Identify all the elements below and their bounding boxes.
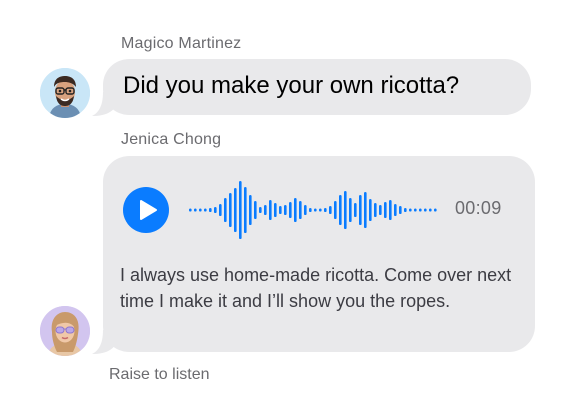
- waveform-bar: [204, 208, 207, 212]
- waveform-bar: [209, 208, 212, 212]
- audio-message-bubble[interactable]: 00:09 I always use home-made ricotta. Co…: [103, 156, 535, 352]
- memoji-man-icon: [40, 68, 90, 118]
- waveform-bar: [269, 200, 272, 220]
- play-button[interactable]: [123, 187, 169, 233]
- waveform-bar: [259, 207, 262, 213]
- waveform-bar: [244, 187, 247, 233]
- waveform-bar: [309, 208, 312, 212]
- waveform-bar: [239, 181, 242, 239]
- waveform-bar: [224, 198, 227, 222]
- waveform-bar: [354, 203, 357, 217]
- waveform-bar: [194, 208, 197, 212]
- waveform-bar: [399, 206, 402, 214]
- waveform-bar: [234, 188, 237, 232]
- waveform-bar: [414, 208, 417, 212]
- waveform-bar: [364, 192, 367, 228]
- waveform-bar: [384, 202, 387, 218]
- waveform-bar: [279, 206, 282, 214]
- raise-to-listen-hint: Raise to listen: [109, 366, 210, 383]
- memoji-woman-icon: [40, 306, 90, 356]
- waveform-bar: [409, 208, 412, 212]
- waveform-bar: [229, 193, 232, 227]
- waveform-bar: [249, 195, 252, 225]
- waveform-bar: [264, 205, 267, 215]
- waveform-bar: [419, 208, 422, 212]
- waveform-bar: [389, 200, 392, 220]
- waveform-bar: [394, 204, 397, 216]
- waveform-bar: [339, 195, 342, 225]
- waveform-bar: [294, 198, 297, 222]
- waveform-bar: [324, 208, 327, 212]
- waveform-bar: [289, 202, 292, 218]
- avatar[interactable]: [40, 306, 90, 356]
- waveform-bar: [434, 208, 437, 212]
- waveform-bar: [334, 201, 337, 219]
- waveform-bar: [314, 208, 317, 212]
- audio-duration: 00:09: [455, 198, 502, 218]
- waveform-bar: [429, 208, 432, 212]
- waveform-bar: [304, 205, 307, 215]
- waveform-bar: [254, 201, 257, 219]
- waveform-bar: [284, 205, 287, 215]
- waveform-bar: [274, 203, 277, 217]
- waveform-bar: [424, 208, 427, 212]
- message-text: Did you make your own ricotta?: [123, 72, 460, 99]
- waveform-bar: [219, 204, 222, 216]
- audio-transcript: I always use home-made ricotta. Come ove…: [120, 265, 512, 311]
- waveform-bar: [404, 208, 407, 212]
- message-bubble[interactable]: Did you make your own ricotta?: [103, 59, 531, 115]
- waveform-bar: [199, 208, 202, 212]
- waveform-bar: [214, 207, 217, 213]
- sender-name: Magico Martinez: [121, 35, 242, 52]
- waveform-bar: [319, 208, 322, 212]
- waveform-bar: [299, 201, 302, 219]
- waveform-bar: [379, 205, 382, 215]
- waveform-bar: [374, 203, 377, 217]
- avatar[interactable]: [40, 68, 90, 118]
- waveform-bar: [329, 206, 332, 214]
- waveform-bar: [344, 191, 347, 229]
- play-icon: [140, 200, 157, 220]
- waveform-bar: [189, 208, 192, 212]
- waveform-bar: [359, 195, 362, 225]
- waveform-bar: [349, 198, 352, 222]
- audio-waveform[interactable]: [189, 178, 445, 242]
- sender-name: Jenica Chong: [121, 131, 222, 148]
- waveform-bar: [369, 199, 372, 221]
